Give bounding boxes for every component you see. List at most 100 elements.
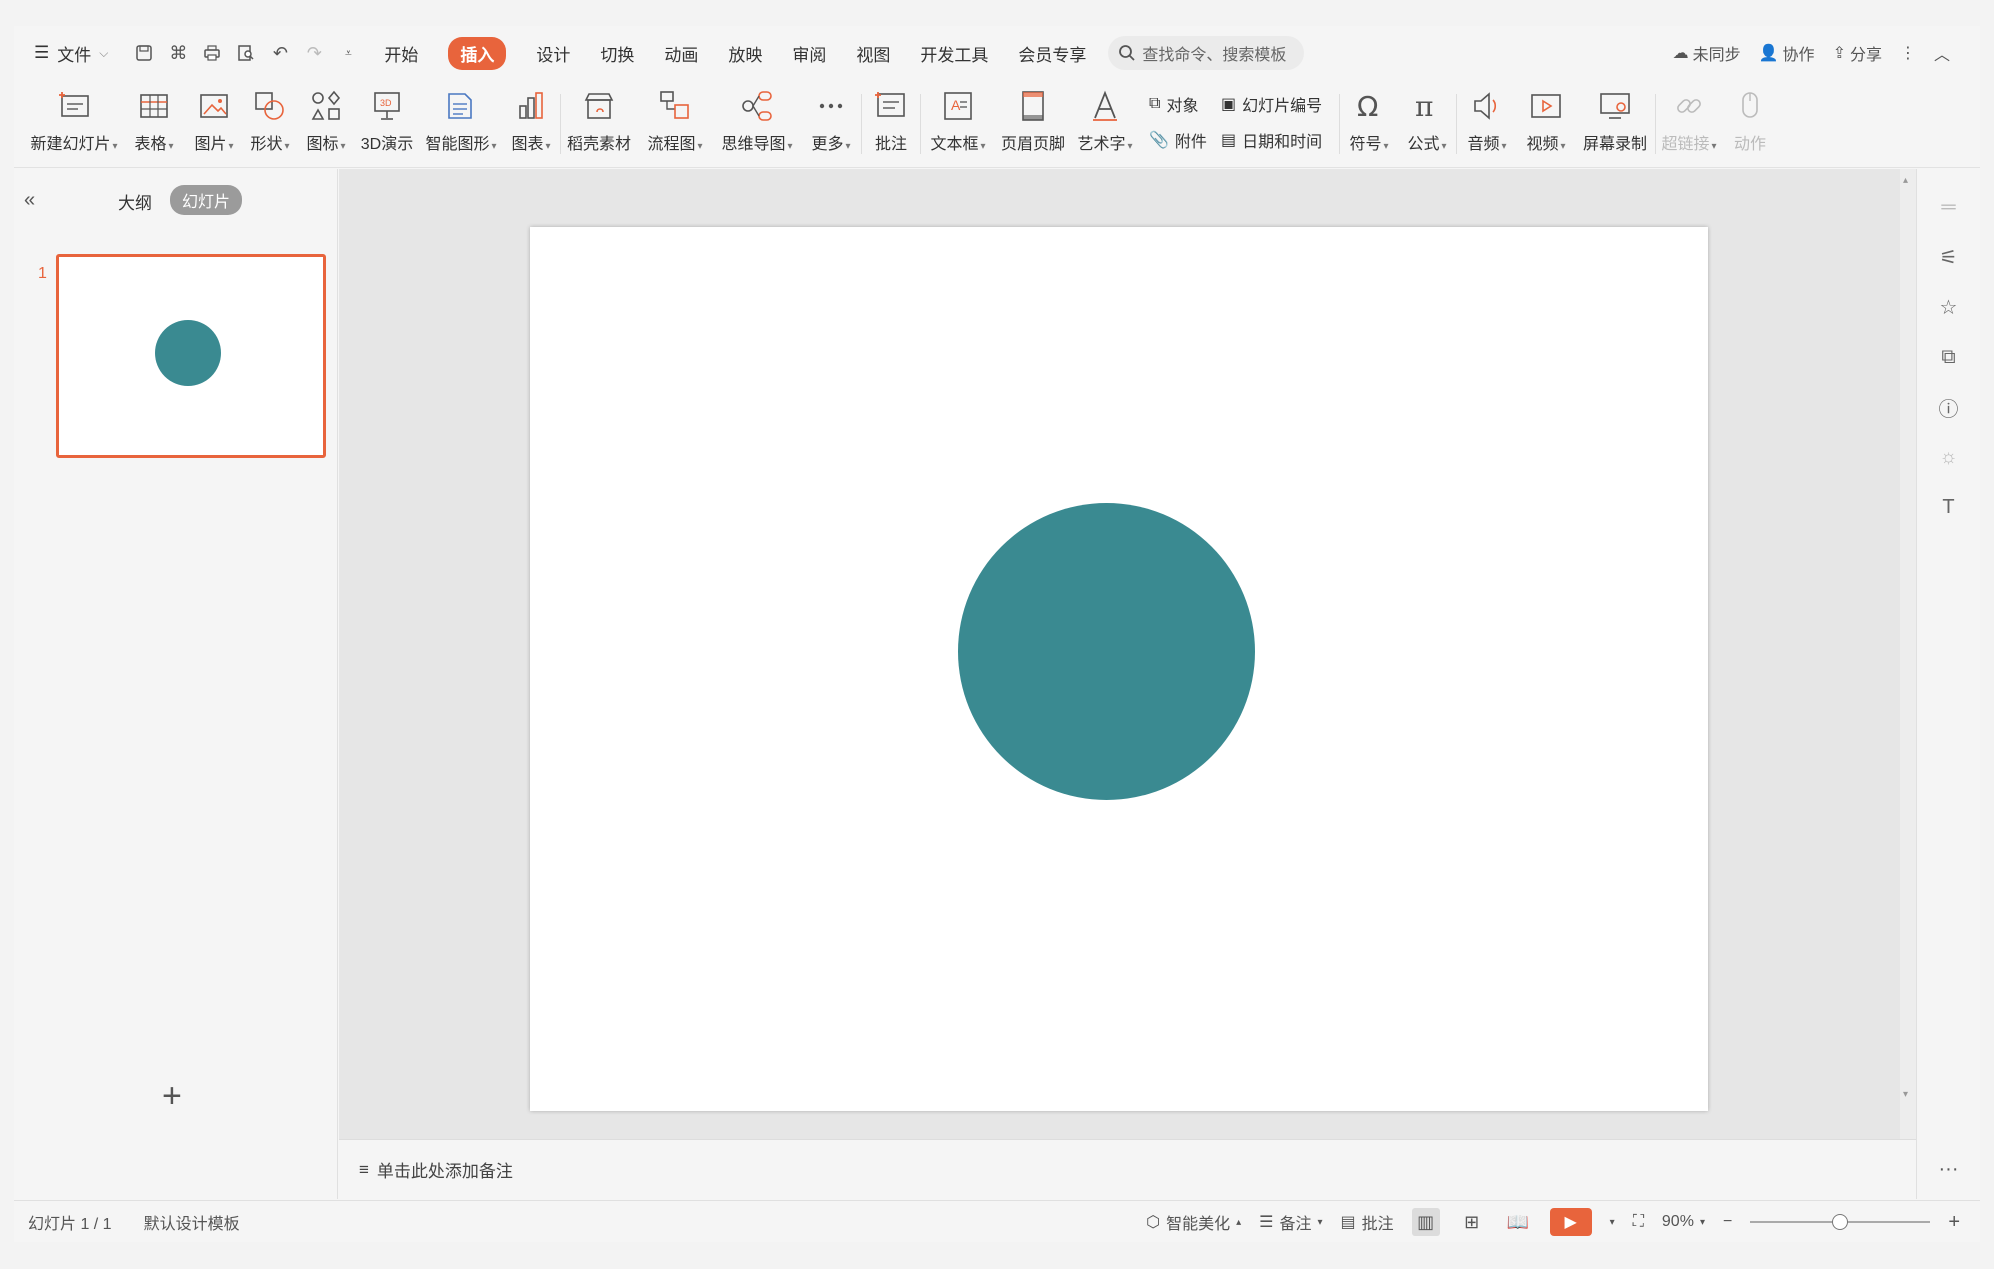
tab-slides[interactable]: 幻灯片 [170, 185, 243, 215]
zoom-in-icon[interactable]: + [1948, 1211, 1960, 1234]
comments-toggle-button[interactable]: ▤ 批注 [1341, 1210, 1394, 1234]
collapse-ribbon-icon[interactable]: ︿ [1934, 41, 1950, 65]
properties-icon[interactable]: ⚟ [1937, 245, 1961, 269]
zoom-level[interactable]: 90% ▾ [1662, 1213, 1705, 1231]
mindmap-button[interactable]: 思维导图 [713, 80, 801, 168]
flowchart-button[interactable]: 流程图 [637, 80, 713, 168]
scroll-down-icon[interactable]: ▾ [1903, 1089, 1908, 1100]
action-label: 动作 [1733, 136, 1766, 153]
picture-label: 图片 [194, 130, 233, 154]
print-preview-icon[interactable] [234, 41, 258, 65]
slide-number-label: 幻灯片编号 [1242, 98, 1323, 115]
reading-view-icon[interactable]: 📖 [1504, 1208, 1532, 1236]
datetime-button[interactable]: ▤ 日期和时间 [1221, 128, 1339, 152]
template-name[interactable]: 默认设计模板 [144, 1210, 240, 1234]
vertical-scrollbar[interactable]: ▴ ▾ [1900, 169, 1916, 1139]
smart-beautify-button[interactable]: ⬡ 智能美化 ▴ [1146, 1210, 1241, 1234]
new-slide-label: 新建幻灯片 [30, 130, 117, 154]
tab-slideshow[interactable]: 放映 [728, 38, 762, 69]
circle-shape[interactable] [958, 503, 1255, 800]
customize-toolbar-icon[interactable]: ⩡ [336, 41, 360, 65]
normal-view-icon[interactable]: ▥ [1411, 1208, 1440, 1236]
zoom-slider[interactable] [1750, 1214, 1931, 1230]
zoom-level-label: 90% [1661, 1213, 1694, 1230]
slide-canvas[interactable] [530, 227, 1708, 1111]
command-search[interactable]: 查找命令、搜索模板 [1108, 36, 1305, 70]
notes-pane[interactable]: ≡ 单击此处添加备注 [339, 1139, 1916, 1199]
help-icon[interactable]: ⓘ [1937, 395, 1961, 421]
save-icon[interactable] [132, 41, 156, 65]
tab-view[interactable]: 视图 [856, 38, 890, 69]
header-footer-button[interactable]: 页眉页脚 [995, 80, 1071, 168]
transition-icon[interactable]: ⧉ [1937, 345, 1961, 369]
new-slide-button[interactable]: 新建幻灯片 [26, 80, 122, 168]
video-button[interactable]: 视频 [1517, 80, 1575, 168]
audio-button[interactable]: 音频 [1457, 80, 1517, 168]
user-add-icon: 👤 [1758, 45, 1779, 62]
chevron-up-icon: ▴ [1236, 1216, 1242, 1228]
omega-icon: Ω [1357, 90, 1378, 123]
tab-developer[interactable]: 开发工具 [920, 38, 988, 69]
zoom-out-icon[interactable]: − [1723, 1213, 1732, 1231]
scroll-up-icon[interactable]: ▴ [1903, 175, 1908, 186]
3d-demo-button[interactable]: 3D 3D演示 [354, 80, 420, 168]
collab-button[interactable]: 👤 协作 [1759, 41, 1815, 65]
play-icon: ▶ [1564, 1214, 1577, 1231]
wordart-button[interactable]: 艺术字 [1071, 80, 1139, 168]
object-label: 对象 [1166, 98, 1199, 115]
chart-button[interactable]: 图表 [502, 80, 560, 168]
undo-icon[interactable]: ↶ [268, 41, 292, 65]
more-insert-button[interactable]: 更多 [801, 80, 861, 168]
redo-icon[interactable]: ↷ [302, 41, 326, 65]
file-menu[interactable]: ☰ 文件 ⌵ [34, 41, 108, 66]
hyperlink-button[interactable]: 超链接 [1656, 80, 1722, 168]
add-slide-button[interactable]: + [162, 1077, 182, 1116]
notes-toggle-button[interactable]: ☰ 备注 ▾ [1259, 1210, 1322, 1234]
tab-insert[interactable]: 插入 [448, 36, 507, 70]
print-icon[interactable] [200, 41, 224, 65]
play-options-chevron-icon[interactable]: ▾ [1610, 1217, 1615, 1228]
collapse-panel-icon[interactable]: « [24, 189, 35, 212]
symbol-button[interactable]: Ω 符号 [1340, 80, 1398, 168]
formula-label: 公式 [1407, 130, 1446, 154]
icon-button[interactable]: 图标 [298, 80, 354, 168]
sync-button[interactable]: ☁ 未同步 [1673, 41, 1741, 65]
pi-icon: π [1415, 90, 1433, 123]
tab-outline[interactable]: 大纲 [118, 189, 152, 214]
smartart-button[interactable]: 智能图形 [420, 80, 502, 168]
text-format-icon[interactable]: T [1937, 495, 1961, 519]
material-button[interactable]: 稻壳素材 [561, 80, 637, 168]
shape-button[interactable]: 形状 [242, 80, 298, 168]
fit-window-icon[interactable]: ⛶ [1633, 1213, 1644, 1231]
action-button[interactable]: 动作 [1722, 80, 1778, 168]
zoom-slider-knob[interactable] [1832, 1214, 1849, 1230]
sidebar-more-icon[interactable]: ··· [1939, 1158, 1959, 1181]
picture-button[interactable]: 图片 [186, 80, 242, 168]
audio-label: 音频 [1467, 130, 1506, 154]
slide-thumbnail[interactable] [56, 254, 326, 458]
slide-sorter-icon[interactable]: ⊞ [1458, 1208, 1486, 1236]
more-options-icon[interactable]: ⋮ [1900, 43, 1916, 63]
tab-design[interactable]: 设计 [536, 38, 570, 69]
comment-button[interactable]: 批注 [862, 80, 920, 168]
new-slide-icon [59, 92, 89, 117]
play-slideshow-button[interactable]: ▶ [1549, 1208, 1592, 1236]
object-button[interactable]: ⧉ 对象 [1149, 92, 1221, 116]
tab-review[interactable]: 审阅 [792, 38, 826, 69]
tab-transitions[interactable]: 切换 [600, 38, 634, 69]
attachment-button[interactable]: 📎 附件 [1149, 128, 1221, 152]
formula-button[interactable]: π 公式 [1398, 80, 1456, 168]
drag-handle-icon[interactable]: ═ [1937, 195, 1961, 219]
format-painter-icon[interactable]: ⌘ [166, 41, 190, 65]
lightbulb-icon[interactable]: ☼ [1937, 445, 1961, 469]
textbox-button[interactable]: A 文本框 [921, 80, 995, 168]
share-button[interactable]: ⇪ 分享 [1833, 41, 1882, 65]
table-button[interactable]: 表格 [122, 80, 186, 168]
screen-record-button[interactable]: 屏幕录制 [1575, 80, 1655, 168]
tab-member[interactable]: 会员专享 [1018, 38, 1086, 69]
star-icon[interactable]: ☆ [1937, 295, 1961, 319]
slide-number-button[interactable]: ▣ 幻灯片编号 [1221, 92, 1339, 116]
mouse-icon [1742, 92, 1758, 118]
tab-home[interactable]: 开始 [384, 38, 418, 69]
tab-animation[interactable]: 动画 [664, 38, 698, 69]
